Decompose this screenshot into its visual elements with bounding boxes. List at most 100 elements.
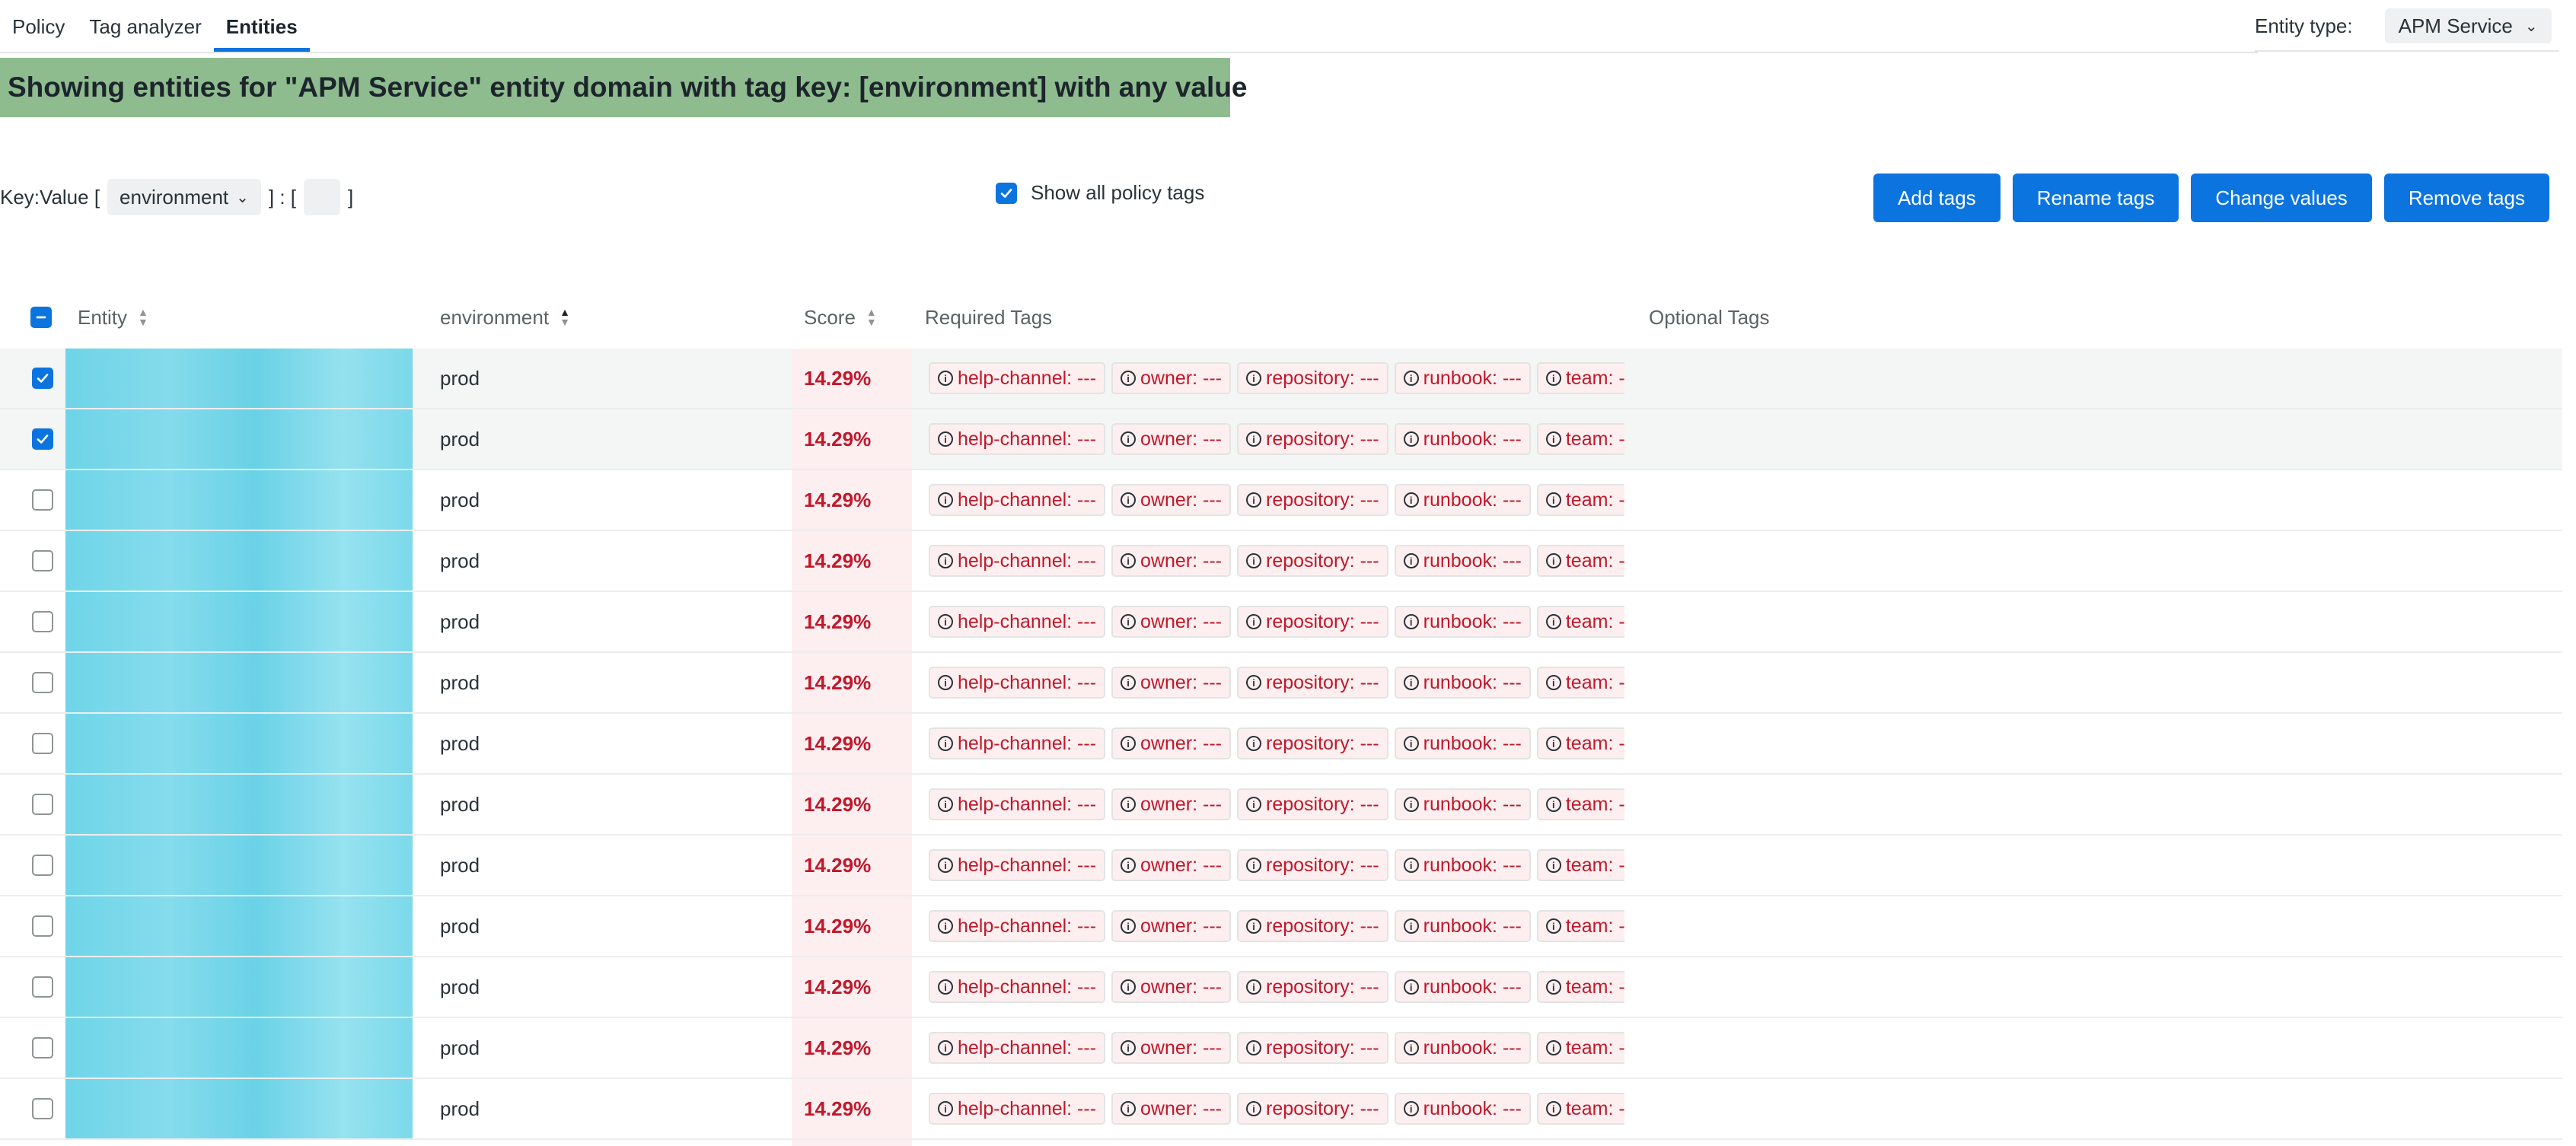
show-all-policy-tags[interactable]: Show all policy tags	[996, 181, 1204, 205]
row-checkbox[interactable]	[32, 976, 53, 998]
required-tag-pill[interactable]: i repository: ---	[1237, 971, 1388, 1003]
required-tag-pill[interactable]: i runbook: ---	[1394, 1032, 1531, 1064]
required-tag-pill[interactable]: i owner: ---	[1111, 423, 1231, 455]
row-checkbox[interactable]	[32, 550, 53, 571]
required-tag-pill[interactable]: i owner: ---	[1111, 667, 1231, 699]
tag-value-select[interactable]	[304, 179, 341, 215]
required-tag-pill[interactable]: iteam: ---	[1536, 667, 1624, 699]
table-row[interactable]: prod 14.29% i help-channel: --- i owner: --- i…	[0, 409, 2562, 470]
required-tag-pill[interactable]: i repository: ---	[1237, 362, 1388, 394]
tag-key-select[interactable]: environment ⌄	[107, 179, 261, 215]
row-checkbox[interactable]	[32, 489, 53, 511]
required-tag-pill[interactable]: i help-channel: ---	[929, 484, 1106, 516]
required-tag-pill[interactable]: i help-channel: ---	[929, 971, 1106, 1003]
required-tag-pill[interactable]: i help-channel: ---	[929, 423, 1106, 455]
entity-cell[interactable]	[65, 592, 413, 651]
required-tag-pill[interactable]: i owner: ---	[1111, 727, 1231, 759]
required-tag-pill[interactable]: i runbook: ---	[1394, 667, 1531, 699]
entity-cell[interactable]	[65, 653, 413, 712]
required-tag-pill[interactable]: i repository: ---	[1237, 606, 1388, 638]
table-row[interactable]: prod 14.29% i help-channel: --- i owner: --- i…	[0, 653, 2562, 714]
required-tag-pill[interactable]: i runbook: ---	[1394, 849, 1531, 881]
change-values-button[interactable]: Change values	[2191, 173, 2372, 222]
entity-cell[interactable]	[65, 1079, 413, 1138]
required-tag-pill[interactable]: i owner: ---	[1111, 788, 1231, 820]
row-checkbox[interactable]	[32, 794, 53, 815]
column-score[interactable]: Score ▲ ▼	[804, 286, 877, 349]
row-checkbox[interactable]	[32, 1037, 53, 1058]
required-tag-pill[interactable]: i runbook: ---	[1394, 971, 1531, 1003]
entity-cell[interactable]	[65, 470, 413, 530]
show-all-checkbox[interactable]	[996, 182, 1017, 204]
required-tag-pill[interactable]: i help-channel: ---	[929, 1093, 1106, 1125]
table-row[interactable]: prod 14.29% i help-channel: --- i owner: --- i…	[0, 349, 2562, 409]
required-tag-pill[interactable]: i runbook: ---	[1394, 484, 1531, 516]
required-tag-pill[interactable]: iteam: ---	[1536, 1093, 1624, 1125]
table-row[interactable]: prod 14.29% i help-channel: --- i owner: --- i…	[0, 1079, 2562, 1140]
entity-cell[interactable]	[65, 896, 413, 956]
table-row[interactable]: prod 14.29% i help-channel: --- i owner: --- i…	[0, 592, 2562, 653]
entity-cell[interactable]	[65, 349, 413, 408]
entity-cell[interactable]	[65, 714, 413, 773]
table-row[interactable]: prod 14.29% i help-channel: --- i owner: --- i…	[0, 714, 2562, 775]
row-checkbox[interactable]	[32, 611, 53, 632]
required-tag-pill[interactable]: iteam: ---	[1536, 606, 1624, 638]
required-tag-pill[interactable]: i repository: ---	[1237, 727, 1388, 759]
required-tag-pill[interactable]: iteam: ---	[1536, 727, 1624, 759]
required-tag-pill[interactable]: i help-channel: ---	[929, 545, 1106, 577]
required-tag-pill[interactable]: i help-channel: ---	[929, 727, 1106, 759]
table-row[interactable]: prod 14.29% i help-channel: --- i owner: --- i…	[0, 836, 2562, 896]
required-tag-pill[interactable]: iteam: ---	[1536, 849, 1624, 881]
required-tag-pill[interactable]: iteam: ---	[1536, 545, 1624, 577]
required-tag-pill[interactable]: i owner: ---	[1111, 606, 1231, 638]
required-tag-pill[interactable]: i runbook: ---	[1394, 423, 1531, 455]
table-row[interactable]: prod 14.29% i help-channel: --- i owner: --- i…	[0, 957, 2562, 1018]
required-tag-pill[interactable]: i owner: ---	[1111, 545, 1231, 577]
required-tag-pill[interactable]: i help-channel: ---	[929, 362, 1106, 394]
table-row[interactable]: prod 14.29% i help-channel: --- i owner: --- i…	[0, 531, 2562, 592]
entity-type-select[interactable]: APM Service ⌄	[2384, 8, 2552, 43]
required-tag-pill[interactable]: i runbook: ---	[1394, 1093, 1531, 1125]
entity-cell[interactable]	[65, 1018, 413, 1078]
required-tag-pill[interactable]: i repository: ---	[1237, 484, 1388, 516]
remove-tags-button[interactable]: Remove tags	[2383, 173, 2549, 222]
required-tag-pill[interactable]: i repository: ---	[1237, 910, 1388, 942]
table-row[interactable]: prod 14.29% i help-channel: --- i owner: --- i…	[0, 896, 2562, 957]
required-tag-pill[interactable]: i repository: ---	[1237, 849, 1388, 881]
table-row[interactable]: prod 14.29% i help-channel: --- i owner: --- i…	[0, 775, 2562, 836]
required-tag-pill[interactable]: i owner: ---	[1111, 362, 1231, 394]
required-tag-pill[interactable]: i help-channel: ---	[929, 1032, 1106, 1064]
required-tag-pill[interactable]: iteam: ---	[1536, 423, 1624, 455]
column-environment[interactable]: environment ▲ ▼	[440, 286, 570, 349]
required-tag-pill[interactable]: i owner: ---	[1111, 910, 1231, 942]
required-tag-pill[interactable]: iteam: ---	[1536, 484, 1624, 516]
entity-cell[interactable]	[65, 957, 413, 1017]
entity-cell[interactable]	[65, 836, 413, 895]
select-all-checkbox[interactable]	[30, 307, 52, 328]
required-tag-pill[interactable]: i help-channel: ---	[929, 788, 1106, 820]
entity-cell[interactable]	[65, 775, 413, 834]
tab-policy[interactable]: Policy	[0, 2, 77, 52]
row-checkbox[interactable]	[32, 672, 53, 693]
required-tag-pill[interactable]: i runbook: ---	[1394, 362, 1531, 394]
row-checkbox[interactable]	[32, 368, 53, 389]
row-checkbox[interactable]	[32, 428, 53, 450]
required-tag-pill[interactable]: i owner: ---	[1111, 971, 1231, 1003]
tab-tag-analyzer[interactable]: Tag analyzer	[77, 2, 213, 52]
required-tag-pill[interactable]: i help-channel: ---	[929, 606, 1106, 638]
required-tag-pill[interactable]: i help-channel: ---	[929, 667, 1106, 699]
required-tag-pill[interactable]: iteam: ---	[1536, 910, 1624, 942]
required-tag-pill[interactable]: i help-channel: ---	[929, 910, 1106, 942]
required-tag-pill[interactable]: iteam: ---	[1536, 788, 1624, 820]
required-tag-pill[interactable]: i repository: ---	[1237, 1032, 1388, 1064]
table-row[interactable]: prod 14.29% i help-channel: --- i owner: --- i…	[0, 470, 2562, 531]
tab-entities[interactable]: Entities	[213, 2, 310, 52]
required-tag-pill[interactable]: i help-channel: ---	[929, 849, 1106, 881]
required-tag-pill[interactable]: i owner: ---	[1111, 1032, 1231, 1064]
required-tag-pill[interactable]: iteam: ---	[1536, 971, 1624, 1003]
required-tag-pill[interactable]: i owner: ---	[1111, 1093, 1231, 1125]
required-tag-pill[interactable]: i repository: ---	[1237, 545, 1388, 577]
required-tag-pill[interactable]: i runbook: ---	[1394, 545, 1531, 577]
required-tag-pill[interactable]: i runbook: ---	[1394, 606, 1531, 638]
row-checkbox[interactable]	[32, 855, 53, 876]
